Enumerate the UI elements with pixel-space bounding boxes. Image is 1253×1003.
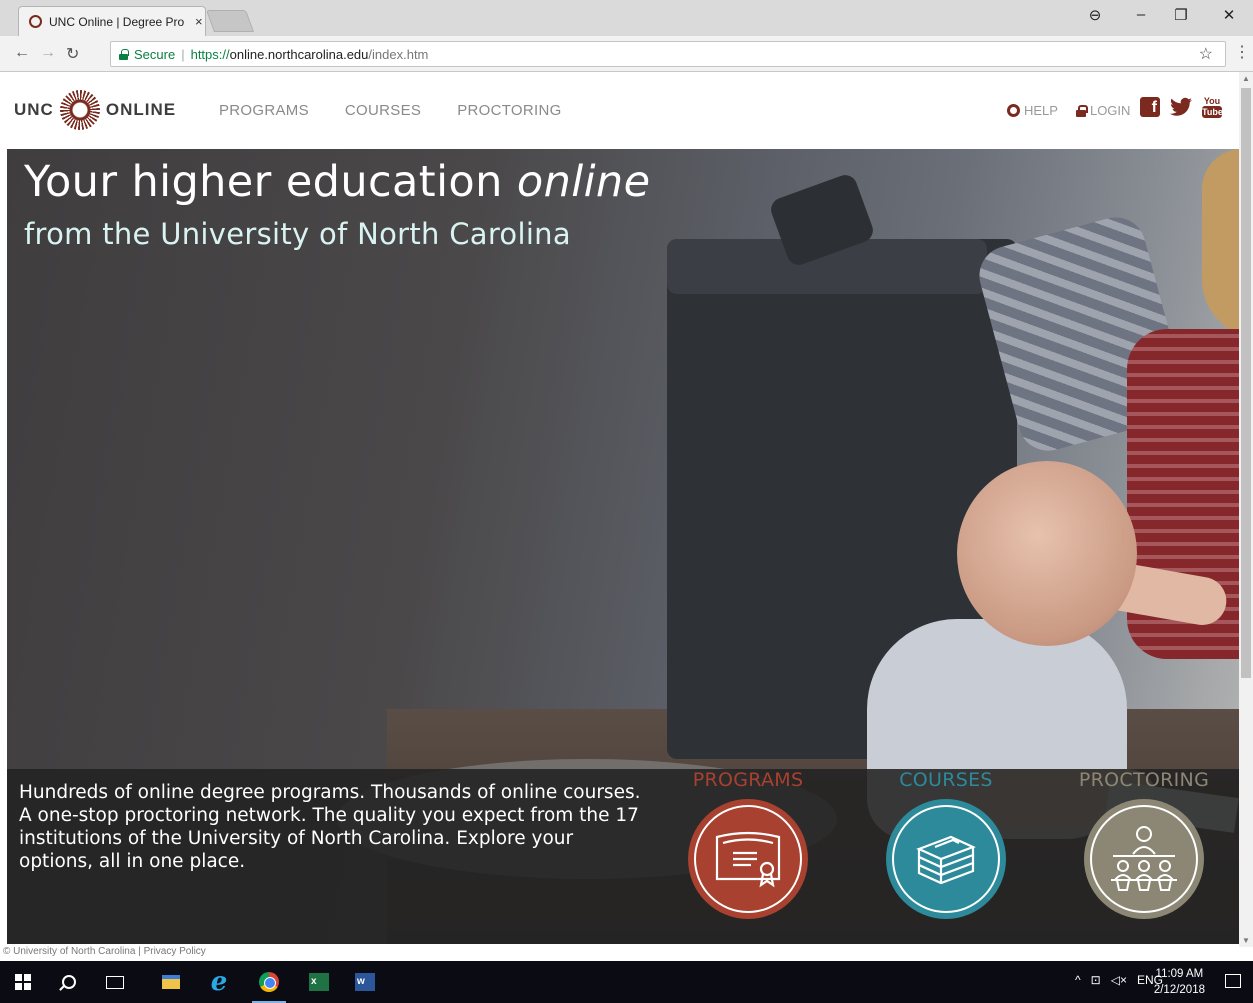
word-icon: w bbox=[355, 973, 375, 991]
hero-subtitle: from the University of North Carolina bbox=[24, 217, 571, 251]
hero-title: Your higher education online bbox=[24, 157, 650, 207]
unc-favicon-icon bbox=[29, 15, 42, 28]
excel-icon: x bbox=[309, 973, 329, 991]
bookmark-star-icon[interactable]: ☆ bbox=[1199, 44, 1213, 64]
page-footer[interactable]: © University of North Carolina | Privacy… bbox=[0, 945, 1239, 960]
hero-title-emphasis: online bbox=[516, 157, 651, 207]
internet-explorer-icon: e bbox=[210, 967, 228, 997]
courses-card-label: COURSES bbox=[899, 769, 993, 791]
search-icon bbox=[62, 975, 76, 989]
hero-banner: Your higher education online from the Un… bbox=[7, 149, 1239, 944]
browser-toolbar: ← → ↻ Secure | https:// online.northcaro… bbox=[0, 36, 1253, 72]
windows-taskbar: e x w ^ ⊡ ◁× ENG 11:09 AM 2/12/2018 bbox=[0, 961, 1253, 1003]
login-link[interactable]: LOGIN bbox=[1075, 103, 1131, 118]
scroll-thumb[interactable] bbox=[1241, 88, 1251, 678]
address-bar[interactable]: Secure | https:// online.northcarolina.e… bbox=[110, 41, 1226, 67]
logo-text-online: ONLINE bbox=[105, 100, 177, 119]
word-button[interactable]: w bbox=[342, 961, 388, 1003]
reload-icon[interactable]: ↻ bbox=[66, 44, 79, 64]
site-header: UNC ONLINE PROGRAMS COURSES PROCTORING H… bbox=[0, 72, 1239, 149]
classroom-icon bbox=[1090, 805, 1198, 913]
taskbar-search-button[interactable] bbox=[46, 961, 92, 1003]
hero-blurb: Hundreds of online degree programs. Thou… bbox=[19, 782, 641, 872]
start-button[interactable] bbox=[0, 961, 46, 1003]
help-label: HELP bbox=[1024, 103, 1058, 118]
url-path: /index.htm bbox=[368, 46, 429, 62]
clock-date: 2/12/2018 bbox=[1153, 984, 1205, 996]
programs-card-label: PROGRAMS bbox=[692, 769, 804, 791]
hero-info-bar: Hundreds of online degree programs. Thou… bbox=[7, 769, 1239, 944]
books-icon bbox=[892, 805, 1000, 913]
browser-tab[interactable]: UNC Online | Degree Pro × bbox=[18, 6, 206, 36]
twitter-icon[interactable] bbox=[1170, 97, 1192, 117]
programs-card[interactable]: PROGRAMS bbox=[683, 769, 813, 919]
courses-card[interactable]: COURSES bbox=[881, 769, 1011, 919]
minimize-button[interactable]: – bbox=[1131, 6, 1151, 23]
diploma-icon bbox=[694, 805, 802, 913]
unc-online-logo[interactable]: UNC ONLINE bbox=[14, 90, 176, 130]
help-link[interactable]: HELP bbox=[1007, 103, 1058, 118]
social-links: f You Tube bbox=[1140, 96, 1223, 118]
windows-logo-icon bbox=[15, 974, 31, 990]
network-icon[interactable]: ⊡ bbox=[1091, 973, 1101, 987]
system-clock[interactable]: 11:09 AM 2/12/2018 bbox=[1154, 966, 1205, 998]
logo-text-unc: UNC bbox=[14, 100, 54, 119]
courses-circle bbox=[886, 799, 1006, 919]
scroll-up-icon[interactable]: ▲ bbox=[1242, 74, 1250, 83]
lifebuoy-icon bbox=[1007, 104, 1020, 117]
proctoring-card[interactable]: PROCTORING bbox=[1069, 769, 1219, 919]
proctoring-card-label: PROCTORING bbox=[1078, 769, 1210, 791]
omnibox-separator: | bbox=[181, 46, 185, 62]
new-tab-button[interactable] bbox=[205, 10, 255, 32]
close-button[interactable]: ✕ bbox=[1219, 6, 1239, 24]
excel-button[interactable]: x bbox=[296, 961, 342, 1003]
folder-icon bbox=[162, 975, 180, 989]
action-center-icon[interactable] bbox=[1225, 974, 1241, 988]
utility-nav: HELP LOGIN bbox=[1007, 103, 1130, 118]
file-explorer-button[interactable] bbox=[148, 961, 194, 1003]
nav-courses[interactable]: COURSES bbox=[345, 102, 421, 119]
nav-programs[interactable]: PROGRAMS bbox=[219, 102, 309, 119]
tray-chevron-icon[interactable]: ^ bbox=[1075, 973, 1081, 987]
task-view-icon bbox=[106, 975, 124, 989]
hero-photo-baby-head bbox=[957, 461, 1137, 646]
back-icon[interactable]: ← bbox=[14, 44, 30, 62]
padlock-icon bbox=[1075, 104, 1088, 117]
main-nav: PROGRAMS COURSES PROCTORING bbox=[219, 102, 562, 119]
tab-close-icon[interactable]: × bbox=[195, 14, 203, 29]
nav-proctoring[interactable]: PROCTORING bbox=[457, 102, 561, 119]
youtube-icon[interactable]: You Tube bbox=[1202, 96, 1223, 118]
chrome-button[interactable] bbox=[246, 961, 292, 1003]
facebook-icon[interactable]: f bbox=[1140, 97, 1160, 117]
page-scrollbar[interactable]: ▲ ▼ bbox=[1239, 72, 1253, 947]
unc-sun-logo-icon bbox=[59, 90, 100, 130]
forward-icon[interactable]: → bbox=[40, 44, 56, 62]
login-label: LOGIN bbox=[1089, 103, 1131, 118]
volume-muted-icon[interactable]: ◁× bbox=[1111, 973, 1127, 987]
restore-button[interactable]: ❐ bbox=[1171, 6, 1191, 24]
lock-icon bbox=[119, 48, 129, 60]
system-tray: ^ ⊡ ◁× ENG bbox=[1075, 973, 1163, 987]
clock-time: 11:09 AM bbox=[1155, 968, 1204, 980]
web-page: UNC ONLINE PROGRAMS COURSES PROCTORING H… bbox=[0, 72, 1239, 947]
task-view-button[interactable] bbox=[92, 961, 138, 1003]
profile-icon[interactable]: ⊖ bbox=[1085, 6, 1105, 24]
programs-circle bbox=[688, 799, 808, 919]
chrome-icon bbox=[259, 972, 279, 992]
url-scheme: https:// bbox=[190, 46, 230, 62]
internet-explorer-button[interactable]: e bbox=[196, 961, 242, 1003]
youtube-you: You bbox=[1203, 96, 1221, 106]
url-host: online.northcarolina.edu bbox=[229, 46, 369, 62]
youtube-tube: Tube bbox=[1202, 106, 1223, 118]
browser-titlebar: UNC Online | Degree Pro × ⊖ – ❐ ✕ bbox=[0, 0, 1253, 36]
hero-title-main: Your higher education bbox=[24, 157, 517, 207]
proctoring-circle bbox=[1084, 799, 1204, 919]
secure-label: Secure bbox=[134, 46, 176, 62]
hero-photo-woman-hair bbox=[1202, 149, 1239, 339]
tab-title: UNC Online | Degree Pro bbox=[49, 14, 185, 29]
scroll-down-icon[interactable]: ▼ bbox=[1242, 936, 1250, 945]
menu-kebab-icon[interactable]: ⋮ bbox=[1234, 42, 1250, 62]
